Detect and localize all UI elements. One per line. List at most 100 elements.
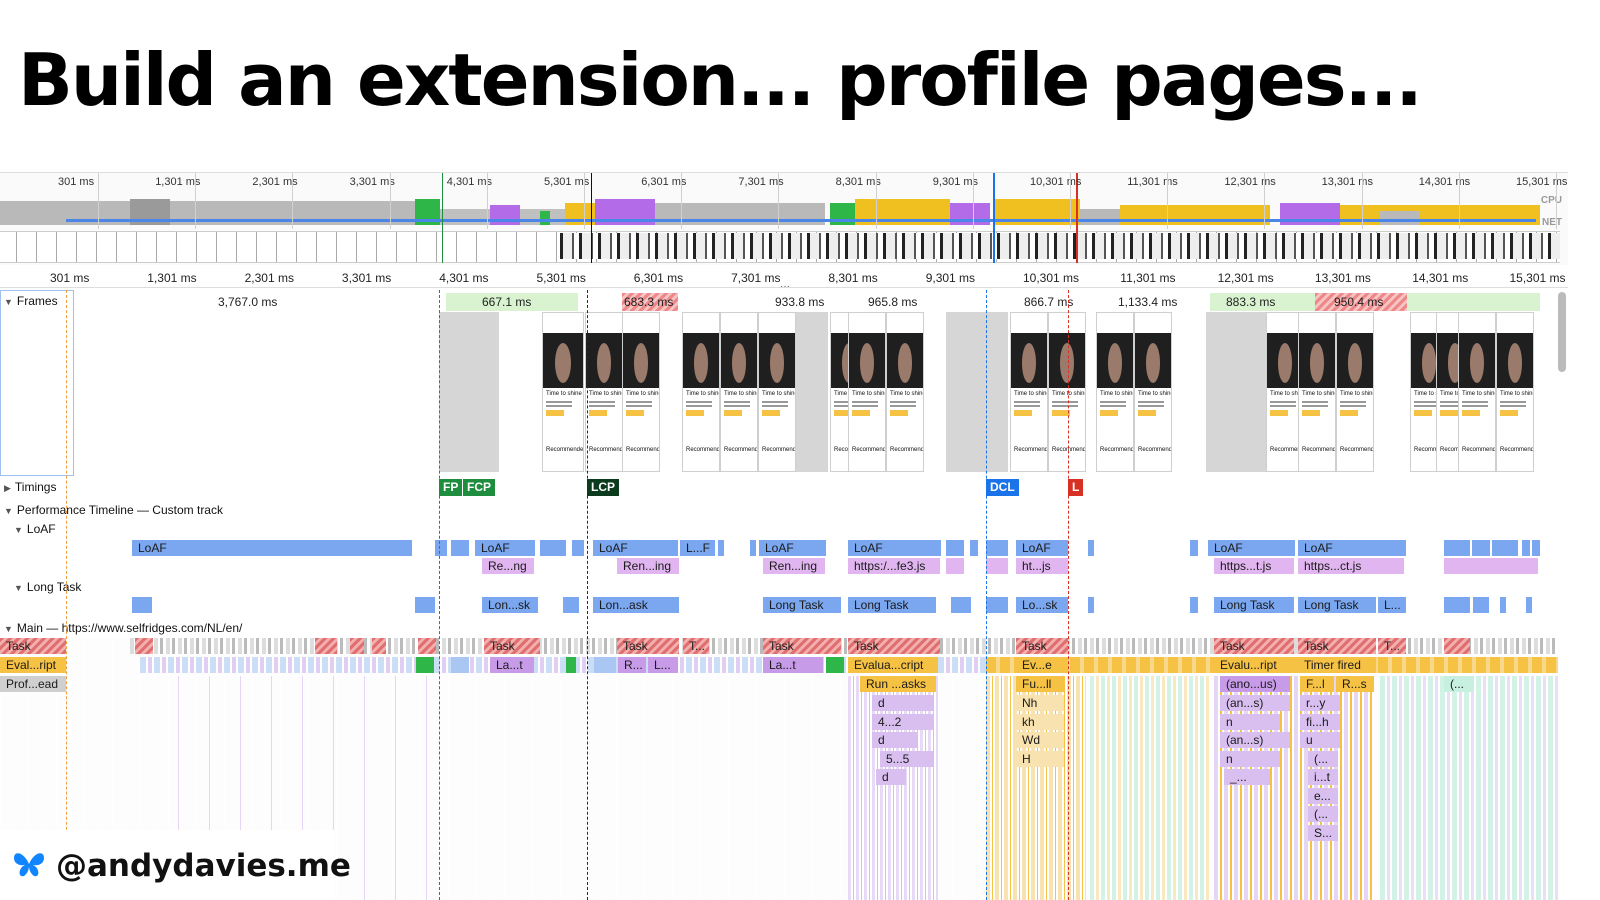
frame-duration[interactable]: 683.3 ms	[624, 295, 673, 309]
vertical-scrollbar[interactable]	[1558, 292, 1566, 372]
frame-duration[interactable]: 866.7 ms	[1024, 295, 1073, 309]
loaf-script-bar[interactable]: Ren...ing	[617, 558, 679, 574]
frame-screenshot[interactable]: Time to shine Recommended for you	[1134, 312, 1172, 472]
long-task-bar[interactable]: L...	[1378, 597, 1406, 613]
flame-frame[interactable]: S...	[1308, 825, 1338, 841]
long-task-bar[interactable]: Lon...sk	[482, 597, 538, 613]
function-bar[interactable]	[451, 657, 469, 673]
frame-screenshot[interactable]: Time to shine Recommended for you	[542, 312, 584, 472]
frame-duration[interactable]: 965.8 ms	[868, 295, 917, 309]
evaluate-script-bar[interactable]: Ev...e	[1016, 657, 1068, 673]
long-task-bar[interactable]: Lon...ask	[593, 597, 679, 613]
long-task-bar[interactable]: Long Task	[1214, 597, 1294, 613]
triangle-down-icon[interactable]: ▼	[14, 583, 23, 593]
loaf-bar[interactable]: LoAF	[1016, 540, 1068, 556]
task-bar[interactable]	[135, 638, 153, 654]
timer-fired-bar[interactable]: Timer fired	[1298, 657, 1376, 673]
flame-frame[interactable]: r...y	[1300, 695, 1340, 711]
flame-frame[interactable]: u	[1300, 732, 1340, 748]
frame-duration[interactable]: 883.3 ms	[1226, 295, 1275, 309]
loaf-bar[interactable]	[435, 540, 447, 556]
task-bar[interactable]: Task	[0, 638, 66, 654]
loaf-bar[interactable]: LoAF	[1208, 540, 1295, 556]
long-task-bar[interactable]	[951, 597, 971, 613]
loaf-script-bar[interactable]	[1444, 558, 1538, 574]
triangle-down-icon[interactable]: ▼	[14, 525, 23, 535]
long-task-bar[interactable]: Long Task	[763, 597, 841, 613]
task-bar[interactable]: T...	[1378, 638, 1406, 654]
task-bar[interactable]	[315, 638, 337, 654]
parse-html-bar[interactable]	[416, 657, 434, 673]
triangle-down-icon[interactable]: ▼	[4, 624, 13, 634]
flame-frame[interactable]: fi...h	[1300, 714, 1340, 730]
evaluate-script-bar[interactable]: Evalua...cript	[848, 657, 938, 673]
task-bar[interactable]: Task	[484, 638, 540, 654]
loaf-bar[interactable]	[572, 540, 584, 556]
frame-duration[interactable]: 3,767.0 ms	[218, 295, 277, 309]
frame-screenshot[interactable]: Time to shine Recommended for you	[1298, 312, 1336, 472]
long-task-bar[interactable]	[1190, 597, 1198, 613]
loaf-script-bar[interactable]: https...ct.js	[1298, 558, 1404, 574]
long-task-bar[interactable]	[1444, 597, 1470, 613]
flame-frame[interactable]: n	[1220, 714, 1280, 730]
frame-duration[interactable]: 950.4 ms	[1334, 295, 1383, 309]
loaf-script-bar[interactable]: https...t.js	[1214, 558, 1294, 574]
task-bar[interactable]: Task	[1214, 638, 1294, 654]
task-bar[interactable]: Task	[1016, 638, 1068, 654]
loaf-track-label[interactable]: ▼ LoAF	[14, 522, 56, 536]
loaf-bar[interactable]	[1472, 540, 1490, 556]
fcp-marker[interactable]: FCP	[463, 479, 495, 496]
overview-pane[interactable]: CPU NET 301 ms 1,301 ms 2,301 ms 3,301 ms 4,…	[0, 172, 1568, 265]
frame-screenshot[interactable]: Time to shine Recommended for you	[1048, 312, 1086, 472]
frame-screenshot[interactable]: Time to shine Recommended for you	[720, 312, 758, 472]
flame-frame[interactable]: (...	[1308, 806, 1338, 822]
load-marker[interactable]: L	[1068, 479, 1084, 496]
frame-screenshot[interactable]: Time to shine Recommended for you	[1096, 312, 1134, 472]
dcl-marker[interactable]: DCL	[986, 479, 1019, 496]
loaf-bar[interactable]	[1492, 540, 1518, 556]
long-task-bar[interactable]: Long Task	[848, 597, 936, 613]
loaf-bar[interactable]	[1532, 540, 1540, 556]
frame-screenshot[interactable]: Time to shine Recommended for you	[1336, 312, 1374, 472]
loaf-bar[interactable]: L...F	[680, 540, 715, 556]
flame-frame[interactable]: i...t	[1308, 769, 1338, 785]
long-task-bar[interactable]	[415, 597, 435, 613]
script-bar[interactable]: L...	[648, 657, 678, 673]
timings-track-label[interactable]: ▶ Timings	[4, 480, 56, 494]
loaf-script-bar[interactable]	[986, 558, 1008, 574]
loaf-bar[interactable]	[946, 540, 964, 556]
script-bar[interactable]: La...t	[763, 657, 823, 673]
loaf-script-bar[interactable]	[946, 558, 964, 574]
parse-html-bar[interactable]	[566, 657, 576, 673]
flame-frame[interactable]: (an...s)	[1220, 732, 1290, 748]
frame-screenshot[interactable]: Time to shine Recommended for you	[622, 312, 660, 472]
run-tasks-bar[interactable]: Run ...asks	[860, 676, 936, 692]
loaf-bar[interactable]	[718, 540, 724, 556]
parse-html-bar[interactable]	[826, 657, 844, 673]
frame-duration[interactable]: 933.8 ms	[775, 295, 824, 309]
main-track-label[interactable]: ▼ Main — https://www.selfridges.com/NL/en…	[4, 621, 242, 635]
loaf-script-bar[interactable]: ht...js	[1016, 558, 1068, 574]
frame-duration[interactable]: 667.1 ms	[482, 295, 531, 309]
frame-duration[interactable]: 1,133.4 ms	[1118, 295, 1177, 309]
flame-frame[interactable]: kh	[1016, 714, 1064, 730]
function-call-bar[interactable]: F...l	[1300, 676, 1334, 692]
triangle-right-icon[interactable]: ▶	[4, 483, 11, 493]
flame-frame[interactable]: d	[876, 769, 906, 785]
resize-handle[interactable]: ···	[780, 281, 790, 292]
loaf-bar[interactable]: LoAF	[132, 540, 412, 556]
long-task-bar[interactable]	[1526, 597, 1532, 613]
flame-frame[interactable]: _...	[1224, 769, 1270, 785]
long-task-bar[interactable]	[132, 597, 152, 613]
custom-track-label[interactable]: ▼ Performance Timeline — Custom track	[4, 503, 223, 517]
frame-screenshot[interactable]: Time to shine Recommended for you	[1458, 312, 1496, 472]
loaf-bar[interactable]	[986, 540, 1008, 556]
loaf-bar[interactable]: LoAF	[759, 540, 826, 556]
loaf-script-bar[interactable]: Ren...ing	[763, 558, 825, 574]
flame-frame[interactable]: e...	[1308, 788, 1338, 804]
loaf-bar[interactable]	[540, 540, 566, 556]
loaf-bar[interactable]: LoAF	[475, 540, 535, 556]
loaf-script-bar[interactable]: Re...ng	[482, 558, 534, 574]
triangle-down-icon[interactable]: ▼	[4, 506, 13, 516]
flame-frame[interactable]: d	[872, 695, 934, 711]
